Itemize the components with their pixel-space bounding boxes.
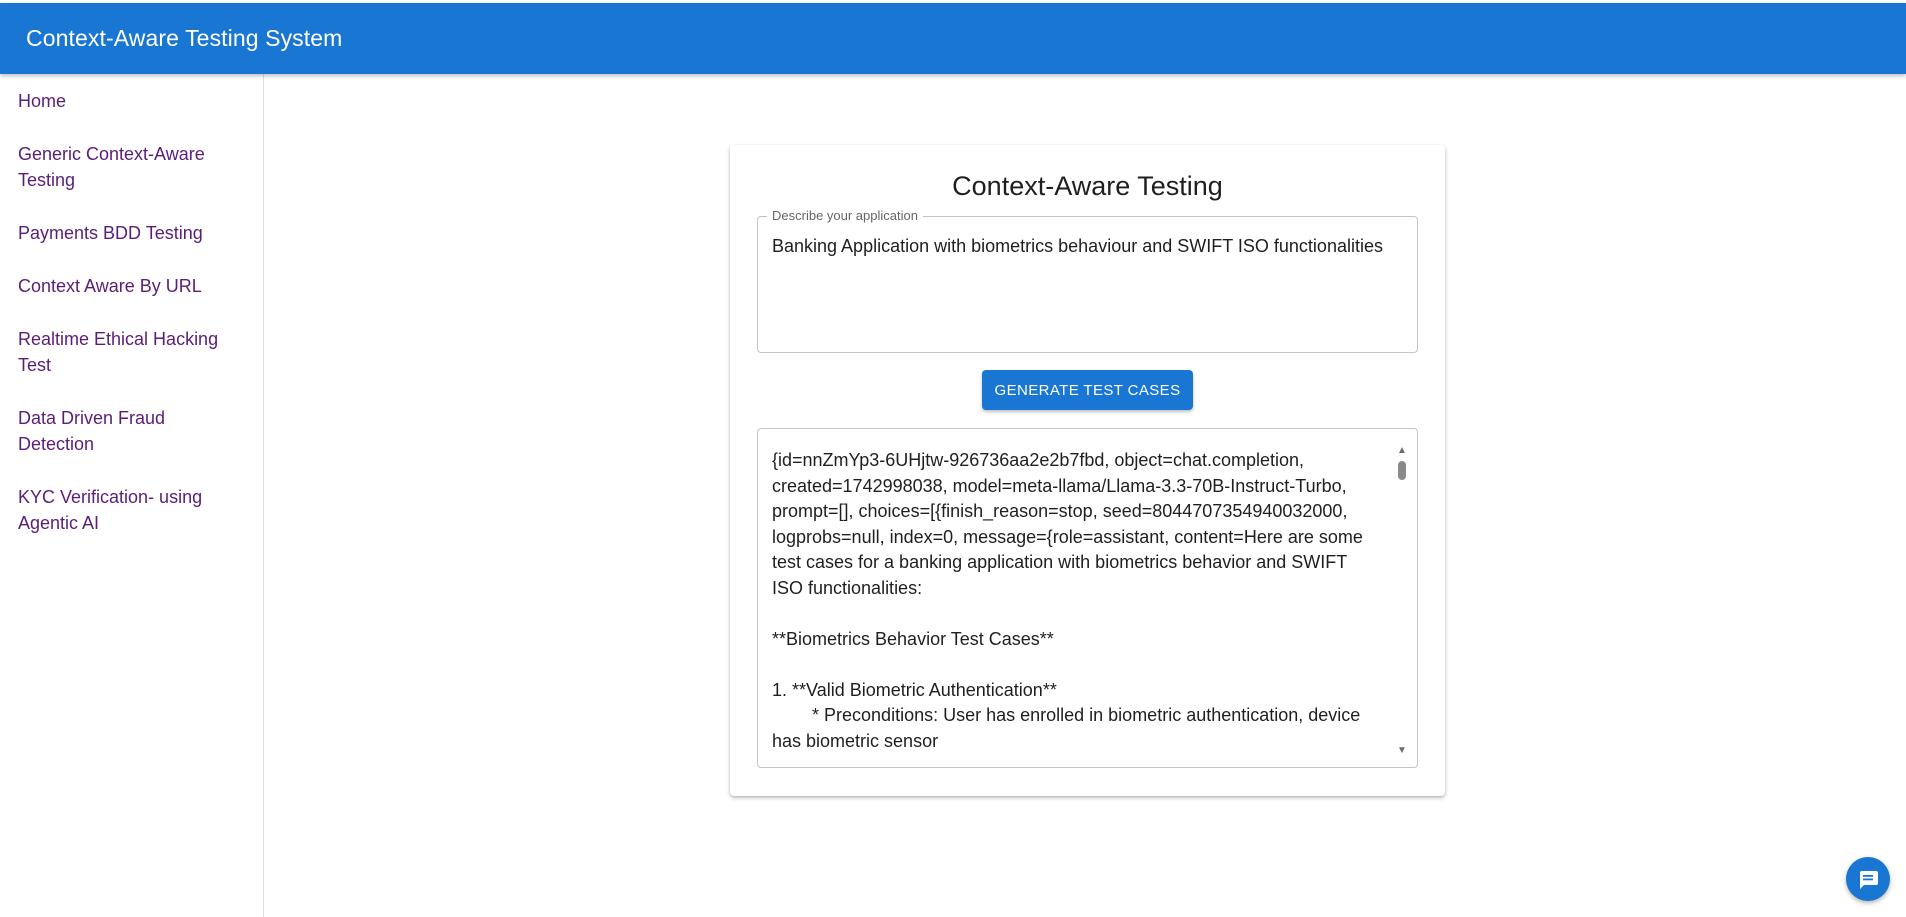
output-scrollbar[interactable]: ▲ ▼	[1395, 445, 1409, 757]
scroll-down-arrow-icon[interactable]: ▼	[1395, 745, 1409, 757]
card-title: Context-Aware Testing	[952, 171, 1223, 201]
sidebar-item-home[interactable]: Home	[0, 88, 263, 114]
sidebar-item-context-aware-by-url[interactable]: Context Aware By URL	[0, 273, 263, 299]
output-text: {id=nnZmYp3-6UHjtw-926736aa2e2b7fbd, obj…	[772, 450, 1363, 751]
app-bar: Context-Aware Testing System	[0, 3, 1906, 74]
sidebar: Home Generic Context-Aware Testing Payme…	[0, 74, 264, 917]
testing-card: Context-Aware Testing Describe your appl…	[730, 145, 1445, 796]
description-field: Describe your application Banking Applic…	[757, 208, 1418, 353]
main-content: Context-Aware Testing Describe your appl…	[265, 74, 1906, 917]
scroll-up-arrow-icon[interactable]: ▲	[1395, 445, 1409, 457]
scroll-thumb[interactable]	[1398, 461, 1406, 480]
chat-button[interactable]	[1846, 857, 1890, 901]
sidebar-item-generic-context-aware-testing[interactable]: Generic Context-Aware Testing	[0, 141, 263, 193]
app-title: Context-Aware Testing System	[26, 25, 343, 51]
sidebar-item-data-driven-fraud-detection[interactable]: Data Driven Fraud Detection	[0, 405, 263, 457]
chat-bubble-icon	[1860, 871, 1878, 889]
sidebar-item-kyc-verification[interactable]: KYC Verification- using Agentic AI	[0, 484, 263, 536]
sidebar-item-payments-bdd-testing[interactable]: Payments BDD Testing	[0, 220, 263, 246]
generate-test-cases-button[interactable]: GENERATE TEST CASES	[982, 370, 1193, 410]
output-field[interactable]: {id=nnZmYp3-6UHjtw-926736aa2e2b7fbd, obj…	[757, 428, 1418, 768]
description-input[interactable]: Banking Application with biometrics beha…	[758, 217, 1417, 352]
sidebar-item-realtime-ethical-hacking-test[interactable]: Realtime Ethical Hacking Test	[0, 326, 263, 378]
